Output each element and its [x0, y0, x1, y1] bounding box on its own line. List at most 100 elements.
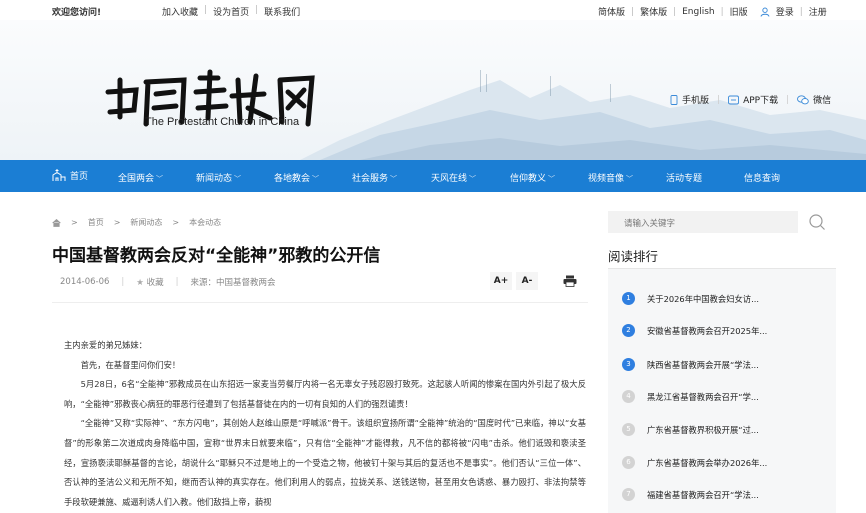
- ranking-item[interactable]: 4 黑龙江省基督教两会召开“学...: [622, 390, 759, 403]
- wechat-link[interactable]: 微信: [797, 93, 831, 106]
- chevron-down-icon: ﹀: [548, 175, 556, 183]
- contact-us-link[interactable]: 联系我们: [264, 5, 300, 18]
- nav-item-tianfeng[interactable]: 天风在线 ﹀: [431, 171, 476, 184]
- divider: |: [255, 5, 259, 15]
- nav-home[interactable]: 首页: [52, 169, 88, 182]
- search-input[interactable]: [608, 213, 788, 235]
- old-version-link[interactable]: 旧版: [730, 5, 748, 18]
- breadcrumb-current[interactable]: 本会动态: [189, 217, 221, 228]
- rank-number: 6: [622, 456, 635, 469]
- favorite-button[interactable]: ★ 收藏: [136, 276, 163, 288]
- nav-item-local-churches[interactable]: 各地教会 ﹀: [274, 171, 319, 184]
- font-increase-button[interactable]: A+: [490, 272, 512, 290]
- wechat-label: 微信: [813, 96, 832, 106]
- ranking-divider: [608, 268, 836, 269]
- ranking-item-title: 黑龙江省基督教两会召开“学...: [647, 391, 759, 402]
- divider: |: [204, 5, 208, 15]
- ranking-item[interactable]: 3 陕西省基督教两会开展“学法...: [622, 358, 759, 371]
- divider: |: [673, 6, 677, 17]
- article-meta: 2014-06-06 | ★ 收藏 | 来源：中国基督教两会: [60, 276, 276, 288]
- ranking-list: 1 关于2026年中国教会妇女访... 2 安徽省基督教两会召开2025年... 3…: [608, 268, 836, 513]
- top-bar: 欢迎您访问! 加入收藏 | 设为首页 | 联系我们 简体版 | 繁体版 | En…: [0, 0, 866, 20]
- rank-number: 7: [622, 488, 635, 501]
- mobile-version-link[interactable]: 手机版: [670, 93, 709, 106]
- breadcrumb-home[interactable]: 首页: [88, 217, 104, 228]
- simplified-link[interactable]: 简体版: [598, 5, 625, 18]
- search-box: [608, 211, 798, 235]
- ranking-item-title: 关于2026年中国教会妇女访...: [647, 293, 759, 304]
- divider: |: [175, 277, 179, 287]
- set-homepage-link[interactable]: 设为首页: [213, 5, 249, 18]
- main-nav: 首页 全国两会 ﹀ 新闻动态 ﹀ 各地教会 ﹀ 社会服务 ﹀ 天风在线 ﹀ 信仰教义 ﹀ 视…: [0, 160, 866, 192]
- nav-label: 各地教会: [274, 174, 311, 184]
- nav-label: 社会服务: [352, 174, 389, 184]
- article-title: 中国基督教两会反对“全能神”邪教的公开信: [52, 246, 381, 266]
- chevron-down-icon: ﹀: [234, 175, 242, 183]
- add-favorite-link[interactable]: 加入收藏: [162, 5, 198, 18]
- article-source: 来源：中国基督教两会: [190, 278, 276, 288]
- top-right-links: 简体版 | 繁体版 | English | 旧版 登录 | 注册: [598, 5, 827, 19]
- breadcrumb-news[interactable]: 新闻动态: [130, 217, 162, 228]
- paragraph: 5月28日，6名“全能神”邪教成员在山东招远一家麦当劳餐厅内将一名无辜女子残忍殴…: [64, 379, 586, 409]
- nav-label: 全国两会: [118, 174, 155, 184]
- ranking-item[interactable]: 7 福建省基督教两会召开“学法...: [622, 488, 759, 501]
- article-body: 主内亲爱的弟兄姊妹： 首先，在基督里问你们安！ 5月28日，6名“全能神”邪教成…: [64, 336, 586, 512]
- nav-item-social-service[interactable]: 社会服务 ﹀: [352, 171, 397, 184]
- article-divider: [52, 302, 588, 303]
- divider: |: [786, 94, 790, 105]
- breadcrumb: > 首页 > 新闻动态 > 本会动态: [52, 217, 221, 228]
- traditional-link[interactable]: 繁体版: [640, 5, 667, 18]
- ranking-item-title: 广东省基督教界积极开展“过...: [647, 424, 759, 435]
- chevron-right-icon: >: [71, 218, 78, 227]
- nav-home-label: 首页: [70, 172, 89, 182]
- chevron-down-icon: ﹀: [312, 175, 320, 183]
- top-left-links: 加入收藏 | 设为首页 | 联系我们: [162, 5, 300, 18]
- rank-number: 4: [622, 390, 635, 403]
- ranking-item[interactable]: 6 广东省基督教两会举办2026年...: [622, 456, 767, 469]
- rank-number: 3: [622, 358, 635, 371]
- print-icon[interactable]: [563, 275, 577, 287]
- login-link[interactable]: 登录: [776, 5, 794, 18]
- logo-calligraphy: [105, 69, 315, 127]
- header-links: 手机版 | APP下载 | 微信: [670, 93, 831, 106]
- ranking-item[interactable]: 5 广东省基督教界积极开展“过...: [622, 423, 759, 436]
- ranking-item-title: 陕西省基督教两会开展“学法...: [647, 359, 759, 370]
- divider: |: [799, 6, 803, 17]
- divider: |: [720, 6, 724, 17]
- church-icon: [52, 169, 66, 181]
- star-icon: ★: [136, 278, 144, 288]
- ranking-title: 阅读排行: [608, 249, 659, 264]
- nav-label: 新闻动态: [196, 174, 233, 184]
- chevron-right-icon: >: [113, 218, 121, 227]
- ranking-item[interactable]: 2 安徽省基督教两会召开2025年...: [622, 324, 767, 337]
- ranking-item-title: 福建省基督教两会召开“学法...: [647, 489, 759, 500]
- paragraph: 首先，在基督里问你们安！: [80, 359, 181, 370]
- register-link[interactable]: 注册: [809, 5, 827, 18]
- ranking-item[interactable]: 1 关于2026年中国教会妇女访...: [622, 292, 759, 305]
- ranking-item-title: 广东省基督教两会举办2026年...: [647, 457, 768, 468]
- paragraph: “全能神”又称“实际神”、“东方闪电”，其创始人赵维山原是“呼喊派”骨干。该组织…: [64, 418, 586, 507]
- site-header: The Protestant Church in China 手机版 | APP…: [0, 20, 866, 160]
- nav-item-doctrine[interactable]: 信仰教义 ﹀: [510, 171, 555, 184]
- nav-label: 视频音像: [588, 174, 625, 184]
- rank-number: 2: [622, 324, 635, 337]
- nav-item-video[interactable]: 视频音像 ﹀: [588, 171, 633, 184]
- font-decrease-button[interactable]: A-: [516, 272, 538, 290]
- search-icon[interactable]: [808, 213, 826, 231]
- nav-label: 天风在线: [431, 174, 468, 184]
- divider: |: [717, 94, 721, 105]
- nav-item-news[interactable]: 新闻动态 ﹀: [196, 171, 241, 184]
- app-download-label: APP下载: [743, 96, 779, 106]
- app-download-link[interactable]: APP下载: [728, 93, 778, 106]
- english-link[interactable]: English: [682, 7, 715, 17]
- user-icon: [760, 7, 770, 17]
- nav-item-info-search[interactable]: 信息查询: [744, 171, 780, 184]
- nav-item-national[interactable]: 全国两会 ﹀: [118, 171, 163, 184]
- paragraph: 主内亲爱的弟兄姊妹：: [64, 340, 147, 350]
- wechat-icon: [797, 94, 809, 104]
- welcome-text: 欢迎您访问!: [52, 8, 102, 18]
- ranking-item-title: 安徽省基督教两会召开2025年...: [647, 325, 768, 336]
- rank-number: 1: [622, 292, 635, 305]
- nav-item-events[interactable]: 活动专题: [666, 171, 702, 184]
- home-icon: [52, 218, 61, 227]
